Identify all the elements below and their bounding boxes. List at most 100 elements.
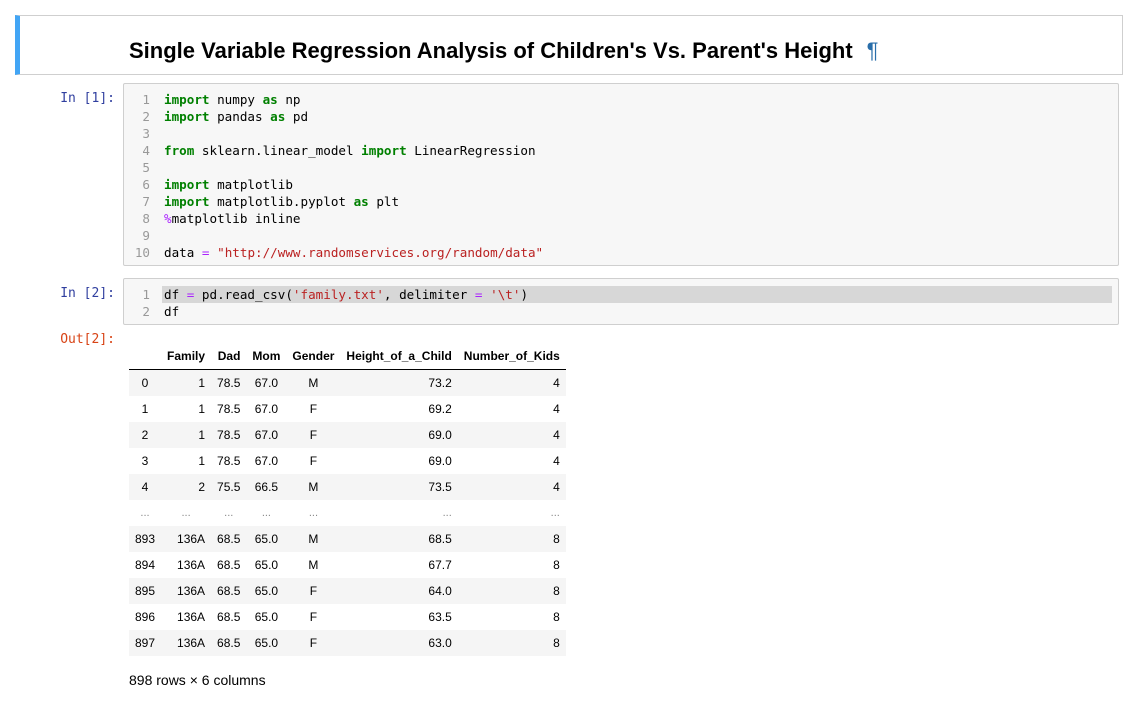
code-line: 5	[124, 159, 1118, 176]
row-index: 894	[135, 558, 156, 572]
table-cell: M	[308, 480, 319, 494]
dataframe-header-row: Family Dad Mom Gender Height_of_a_Child Numbe…	[129, 343, 566, 370]
code-line: 1 import numpy as np	[124, 91, 1118, 108]
table-cell: ...	[261, 507, 271, 519]
output-prompt-2: Out[2]:	[60, 332, 115, 347]
dataframe-shape-text: 898 rows × 6 columns	[129, 672, 266, 688]
code-token: import	[164, 194, 210, 209]
code-token: numpy	[209, 92, 263, 107]
code-line: 3	[124, 125, 1118, 142]
code-token: import	[164, 177, 210, 192]
table-cell: 63.5	[428, 610, 452, 624]
table-cell: 68.5	[217, 636, 241, 650]
markdown-cell[interactable]: Single Variable Regression Analysis of C…	[15, 15, 1123, 75]
line-number: 2	[142, 304, 150, 319]
table-cell: 67.0	[254, 428, 279, 442]
table-cell: ...	[442, 507, 452, 519]
table-cell: 8	[553, 610, 560, 624]
line-number: 2	[142, 109, 150, 124]
code-line: 6 import matplotlib	[124, 176, 1118, 193]
line-number: 4	[142, 143, 150, 158]
table-cell: 75.5	[217, 480, 241, 494]
column-header: Height_of_a_Child	[340, 343, 458, 370]
table-cell: 67.0	[254, 376, 279, 390]
table-cell: 68.5	[217, 584, 241, 598]
table-cell: 1	[198, 402, 206, 416]
table-cell: 1	[198, 454, 206, 468]
code-token: )	[520, 287, 529, 302]
table-cell: 4	[553, 376, 560, 390]
code-token: '\t'	[490, 287, 521, 302]
table-cell: 136A	[177, 584, 206, 598]
table-cell: 65.0	[254, 584, 279, 598]
input-prompt-2: In [2]:	[60, 286, 115, 301]
table-cell: 67.7	[428, 558, 452, 572]
line-number: 9	[142, 228, 150, 243]
code-line: 2 df	[124, 303, 1118, 320]
table-cell: 68.5	[217, 610, 241, 624]
row-index: 896	[135, 610, 156, 624]
code-token: as	[262, 92, 278, 107]
table-row: 896 136A 68.5 65.0 F 63.5 8	[129, 604, 566, 630]
table-cell: 68.5	[428, 532, 452, 546]
code-line: 8 %matplotlib inline	[124, 210, 1118, 227]
code-text: %matplotlib inline	[164, 210, 301, 227]
table-cell: 4	[553, 454, 560, 468]
code-token: LinearRegression	[406, 143, 536, 158]
table-cell: F	[309, 454, 318, 468]
code-cell-1-editor[interactable]: 1 import numpy as np 2 import pandas as pd 3…	[123, 83, 1119, 266]
code-token: np	[277, 92, 301, 107]
code-token: from	[164, 143, 195, 158]
table-row: 894 136A 68.5 65.0 M 67.7 8	[129, 552, 566, 578]
code-token: import	[361, 143, 407, 158]
table-cell: 4	[553, 428, 560, 442]
code-token: sklearn.linear_model	[194, 143, 362, 158]
line-number: 6	[142, 177, 150, 192]
table-cell: 1	[198, 428, 206, 442]
code-token: data	[164, 245, 202, 260]
table-cell: 73.5	[428, 480, 452, 494]
input-prompt-1: In [1]:	[60, 91, 115, 106]
code-token: matplotlib	[209, 177, 293, 192]
dataframe-table: Family Dad Mom Gender Height_of_a_Child Numbe…	[129, 343, 566, 656]
table-row: 1 1 78.5 67.0 F 69.2 4	[129, 396, 566, 422]
line-number: 1	[142, 287, 150, 302]
table-cell: F	[309, 636, 318, 650]
table-cell: 73.2	[428, 376, 452, 390]
table-cell: 4	[553, 480, 560, 494]
row-index: 4	[141, 480, 149, 494]
code-token: import	[164, 109, 210, 124]
anchor-link-icon[interactable]: ¶	[867, 38, 879, 63]
table-cell: 78.5	[217, 454, 241, 468]
table-row: 893 136A 68.5 65.0 M 68.5 8	[129, 526, 566, 552]
table-cell: 64.0	[428, 584, 452, 598]
table-cell: M	[308, 532, 319, 546]
code-text: import matplotlib.pyplot as plt	[164, 193, 399, 210]
table-cell: 4	[553, 402, 560, 416]
column-header: Dad	[211, 343, 247, 370]
table-cell: 8	[553, 532, 560, 546]
table-cell: 136A	[177, 610, 206, 624]
table-cell: 69.2	[428, 402, 452, 416]
code-text: df	[164, 303, 179, 320]
code-token: , delimiter	[383, 287, 475, 302]
line-number: 1	[142, 92, 150, 107]
row-index: 893	[135, 532, 156, 546]
column-header: Mom	[246, 343, 287, 370]
table-cell: 65.0	[254, 532, 279, 546]
table-cell: 136A	[177, 532, 206, 546]
table-cell: 68.5	[217, 532, 241, 546]
code-token: pandas	[209, 109, 271, 124]
table-cell: F	[309, 428, 318, 442]
table-cell: 65.0	[254, 558, 279, 572]
table-cell: 69.0	[428, 428, 452, 442]
code-cell-2-editor[interactable]: 1 df = pd.read_csv('family.txt', delimite…	[123, 278, 1119, 325]
row-index: 897	[135, 636, 156, 650]
table-cell: M	[308, 376, 319, 390]
code-token: df	[164, 287, 187, 302]
table-cell: ...	[181, 507, 191, 519]
code-text: import matplotlib	[164, 176, 293, 193]
row-index: 2	[141, 428, 149, 442]
code-text: data = "http://www.randomservices.org/ra…	[164, 244, 543, 261]
